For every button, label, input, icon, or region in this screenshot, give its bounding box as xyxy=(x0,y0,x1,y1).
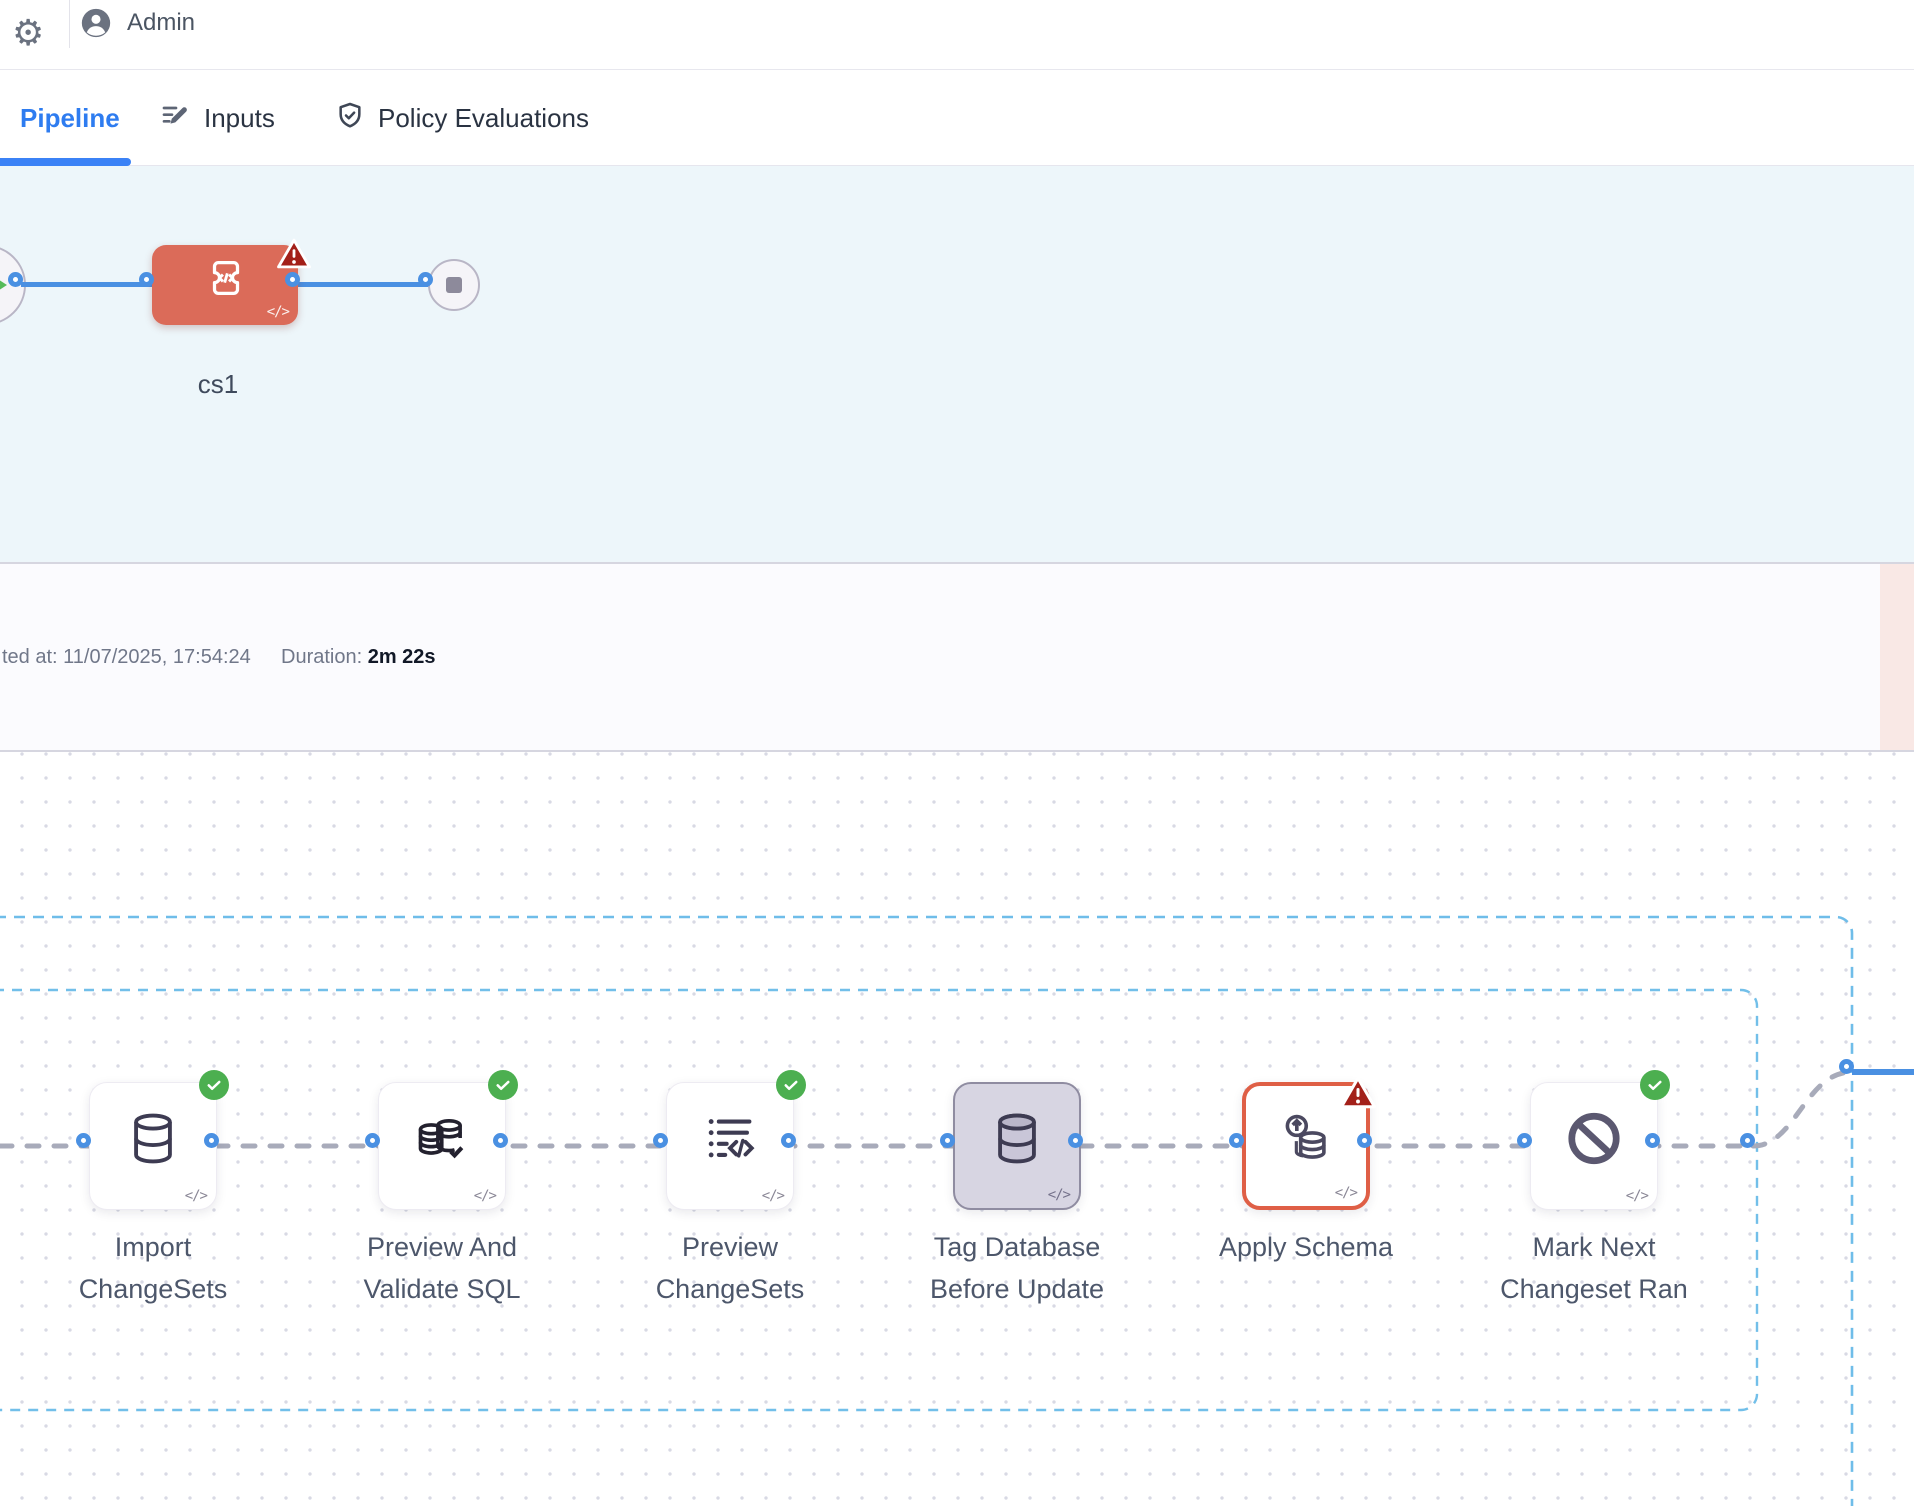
active-tab-underline xyxy=(0,158,131,166)
pipeline-end-node[interactable] xyxy=(428,259,480,311)
group-exit-edge xyxy=(1753,1072,1852,1146)
flow-node-label: ImportChangeSets xyxy=(3,1226,303,1310)
flow-node-preview-validate-sql[interactable]: </> xyxy=(378,1082,506,1210)
flow-node-apply-schema[interactable]: </> xyxy=(1242,1082,1370,1210)
header-bar: ⚙ Admin xyxy=(0,0,1914,70)
port[interactable] xyxy=(1357,1133,1372,1148)
started-at-value: 11/07/2025, 17:54:24 xyxy=(63,646,251,668)
database-filled-icon xyxy=(988,1110,1046,1173)
port[interactable] xyxy=(1839,1059,1854,1074)
flow-node-mark-next-changeset[interactable]: </> xyxy=(1530,1082,1658,1210)
stop-square-icon xyxy=(446,277,462,293)
port[interactable] xyxy=(418,272,433,287)
port[interactable] xyxy=(1517,1133,1532,1148)
code-glyph: </> xyxy=(1048,1187,1070,1203)
flow-node-tag-database[interactable]: </> xyxy=(953,1082,1081,1210)
port[interactable] xyxy=(285,272,300,287)
circle-slash-icon xyxy=(1563,1107,1625,1174)
edge-start-to-cs1 xyxy=(21,282,152,287)
gear-icon[interactable]: ⚙ xyxy=(12,2,44,64)
port[interactable] xyxy=(781,1133,796,1148)
error-badge-icon xyxy=(277,238,311,274)
task-node-label: cs1 xyxy=(118,369,318,400)
success-badge-icon xyxy=(488,1070,518,1100)
stage-group-border xyxy=(0,917,1852,1506)
task-node-cs1[interactable]: </> xyxy=(152,245,298,325)
tab-inputs-label: Inputs xyxy=(204,103,275,134)
changeset-plugin-icon xyxy=(203,255,249,306)
port[interactable] xyxy=(365,1133,380,1148)
flow-node-preview-changesets[interactable]: </> xyxy=(666,1082,794,1210)
success-badge-icon xyxy=(1640,1070,1670,1100)
flow-node-label: Apply Schema xyxy=(1156,1226,1456,1268)
port[interactable] xyxy=(204,1133,219,1148)
port[interactable] xyxy=(1068,1133,1083,1148)
duration-value: 2m 22s xyxy=(368,646,436,668)
port[interactable] xyxy=(1229,1133,1244,1148)
success-badge-icon xyxy=(776,1070,806,1100)
tab-inputs[interactable]: Inputs xyxy=(160,70,275,166)
code-glyph: </> xyxy=(267,304,289,320)
code-glyph: </> xyxy=(474,1188,496,1204)
filter-edit-icon xyxy=(160,100,192,137)
port[interactable] xyxy=(1740,1133,1755,1148)
tab-bar: Pipeline Inputs Policy Evaluations xyxy=(0,70,1914,166)
user-menu[interactable]: Admin xyxy=(79,6,195,40)
flow-node-label: Tag DatabaseBefore Update xyxy=(867,1226,1167,1310)
code-glyph: </> xyxy=(1626,1188,1648,1204)
success-badge-icon xyxy=(199,1070,229,1100)
app-root: ⚙ Admin Pipeline xyxy=(0,0,1914,1506)
task-group-border xyxy=(0,990,1757,1410)
started-at-field: ted at: 11/07/2025, 17:54:24 xyxy=(2,646,251,669)
database-check-icon xyxy=(413,1109,471,1172)
port[interactable] xyxy=(139,272,154,287)
error-badge-icon xyxy=(1340,1076,1376,1114)
run-info-row: ted at: 11/07/2025, 17:54:24 Duration: 2… xyxy=(0,646,1914,672)
tab-pipeline[interactable]: Pipeline xyxy=(20,70,120,166)
play-icon xyxy=(0,276,7,294)
shield-check-icon xyxy=(334,100,366,137)
port[interactable] xyxy=(8,272,23,287)
port[interactable] xyxy=(940,1133,955,1148)
duration-field: Duration: 2m 22s xyxy=(281,646,436,669)
flow-canvas[interactable]: </> </> xyxy=(0,752,1914,1506)
database-icon xyxy=(124,1109,182,1172)
flow-node-import-changesets[interactable]: </> xyxy=(89,1082,217,1210)
port[interactable] xyxy=(1645,1133,1660,1148)
schema-upload-icon xyxy=(1277,1110,1335,1173)
list-code-icon xyxy=(701,1109,759,1172)
flow-node-label: Mark NextChangeset Ran xyxy=(1444,1226,1744,1310)
stage-canvas[interactable]: </> cs1 xyxy=(0,166,1914,562)
flow-node-label: PreviewChangeSets xyxy=(580,1226,880,1310)
header-divider xyxy=(69,0,70,48)
port[interactable] xyxy=(76,1133,91,1148)
tab-policy-label: Policy Evaluations xyxy=(378,103,589,134)
duration-label: Duration: xyxy=(281,646,362,668)
started-at-label: ted at: xyxy=(2,646,58,668)
user-avatar-icon xyxy=(79,6,113,40)
port[interactable] xyxy=(653,1133,668,1148)
tab-pipeline-label: Pipeline xyxy=(20,103,120,134)
port[interactable] xyxy=(493,1133,508,1148)
edge-cs1-to-end xyxy=(298,282,431,287)
tab-policy-evaluations[interactable]: Policy Evaluations xyxy=(334,70,589,166)
code-glyph: </> xyxy=(1335,1185,1357,1201)
code-glyph: </> xyxy=(185,1188,207,1204)
user-name: Admin xyxy=(127,9,195,37)
flow-node-label: Preview AndValidate SQL xyxy=(292,1226,592,1310)
run-info-bar: ted at: 11/07/2025, 17:54:24 Duration: 2… xyxy=(0,562,1914,752)
code-glyph: </> xyxy=(762,1188,784,1204)
